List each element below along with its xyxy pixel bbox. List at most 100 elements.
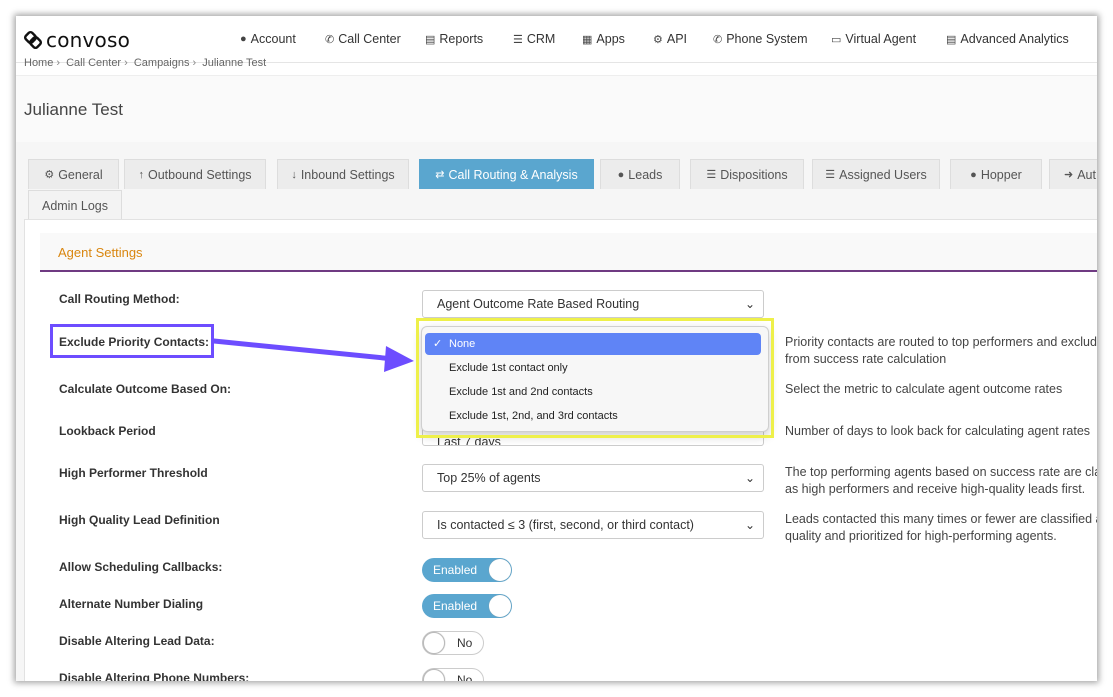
allow-callbacks-label: Allow Scheduling Callbacks: — [59, 560, 223, 574]
list-icon: ☰ — [706, 169, 717, 181]
users-icon: ● — [970, 168, 977, 181]
breadcrumb-separator: › — [56, 57, 61, 69]
tab-admin-logs[interactable]: Admin Logs — [28, 190, 122, 220]
breadcrumb-separator: › — [192, 57, 197, 69]
shuffle-icon: ⇄ — [435, 169, 445, 181]
alternate-dialing-label: Alternate Number Dialing — [59, 597, 204, 611]
nav-virtual-agent[interactable]: ▭ Virtual Agent — [831, 32, 916, 46]
tab-label: Aut — [1077, 167, 1096, 182]
high-performer-help: The top performing agents based on succe… — [785, 465, 1097, 496]
calculate-outcome-help: Select the metric to calculate agent out… — [785, 382, 1063, 396]
tab-label: Hopper — [980, 167, 1022, 182]
disable-phone-toggle[interactable]: No — [422, 668, 484, 681]
tab-hopper[interactable]: ● Hopper — [950, 159, 1042, 189]
toggle-knob — [423, 632, 445, 654]
lookback-period-help: Number of days to look back for calculat… — [785, 424, 1091, 438]
disable-lead-data-label: Disable Altering Lead Data: — [59, 634, 215, 648]
arrow-up-icon: ↑ — [138, 168, 144, 181]
breadcrumb-campaigns[interactable]: Campaigns — [134, 57, 190, 69]
select-value: Top 25% of agents — [437, 471, 541, 485]
tab-leads[interactable]: ● Leads — [600, 159, 680, 189]
nav-label: Account — [250, 32, 296, 46]
high-quality-lead-label: High Quality Lead Definition — [59, 513, 220, 527]
breadcrumb-current: Julianne Test — [202, 57, 267, 69]
gears-icon: ⚙ — [44, 169, 55, 181]
tab-automation[interactable]: ➜ Aut — [1049, 159, 1097, 189]
brand-logo[interactable]: convoso — [22, 28, 130, 52]
brand-name: convoso — [46, 28, 131, 52]
bar-chart-icon: ▤ — [425, 33, 436, 46]
nav-account[interactable]: ● Account — [240, 32, 296, 46]
tab-outbound-settings[interactable]: ↑ Outbound Settings — [124, 159, 266, 189]
tab-inbound-settings[interactable]: ↓ Inbound Settings — [277, 159, 409, 189]
high-quality-lead-help: Leads contacted this many times or fewer… — [785, 512, 1097, 543]
tab-label: Leads — [628, 167, 663, 182]
disable-phone-label: Disable Altering Phone Numbers: — [59, 671, 250, 681]
breadcrumb-home[interactable]: Home — [24, 57, 53, 69]
gear-icon: ⚙ — [653, 33, 663, 46]
nav-label: Phone System — [726, 32, 808, 46]
label-annotation-box — [50, 324, 214, 358]
tab-call-routing-analysis[interactable]: ⇄ Call Routing & Analysis — [419, 159, 594, 189]
settings-panel — [24, 219, 1097, 681]
toggle-text: Enabled — [433, 563, 478, 577]
tab-label: Inbound Settings — [300, 167, 395, 182]
call-routing-method-select[interactable]: Agent Outcome Rate Based Routing ⌄ — [422, 290, 764, 318]
tab-label: Outbound Settings — [147, 167, 252, 182]
convoso-logo-icon — [23, 30, 43, 50]
tab-label: Admin Logs — [41, 198, 108, 213]
page-title: Julianne Test — [24, 100, 123, 119]
toggle-knob — [423, 669, 445, 681]
high-performer-label: High Performer Threshold — [59, 466, 208, 480]
nav-call-center[interactable]: ✆ Call Center — [325, 32, 401, 46]
top-navigation: convoso ● Account ✆ Call Center ▤ Reports ☰… — [16, 16, 1097, 63]
nav-api[interactable]: ⚙ API — [653, 32, 687, 46]
toggle-text: Enabled — [433, 599, 478, 613]
disable-lead-data-toggle[interactable]: No — [422, 631, 484, 655]
nav-reports[interactable]: ▤ Reports — [425, 32, 483, 46]
nav-phone-system[interactable]: ✆ Phone System — [713, 32, 808, 46]
select-value: Is contacted ≤ 3 (first, second, or thir… — [437, 518, 694, 532]
toggle-knob — [489, 559, 511, 581]
nav-crm[interactable]: ☰ CRM — [513, 32, 555, 46]
select-value: Agent Outcome Rate Based Routing — [437, 297, 640, 311]
tab-general[interactable]: ⚙ General — [28, 159, 119, 189]
grid-icon: ▦ — [582, 33, 593, 46]
allow-callbacks-toggle[interactable]: Enabled — [422, 558, 512, 582]
nav-label: Reports — [439, 32, 484, 46]
sign-out-icon: ➜ — [1064, 169, 1074, 181]
breadcrumb-call-center[interactable]: Call Center — [66, 57, 121, 69]
nav-label: CRM — [526, 32, 556, 46]
user-icon: ● — [240, 33, 247, 45]
alternate-dialing-toggle[interactable]: Enabled — [422, 594, 512, 618]
app-window: convoso ● Account ✆ Call Center ▤ Reports ☰… — [16, 16, 1097, 681]
nav-label: Advanced Analytics — [960, 32, 1069, 46]
phone-icon: ✆ — [713, 33, 723, 46]
bar-chart-icon: ▤ — [946, 33, 957, 46]
exclude-priority-help: Priority contacts are routed to top perf… — [785, 335, 1097, 366]
nav-label: API — [666, 32, 688, 46]
users-icon: ● — [617, 168, 625, 181]
calculate-outcome-label: Calculate Outcome Based On: — [59, 382, 232, 396]
nav-apps[interactable]: ▦ Apps — [582, 32, 625, 46]
toggle-knob — [489, 595, 511, 617]
high-quality-lead-select[interactable]: Is contacted ≤ 3 (first, second, or thir… — [422, 511, 764, 539]
lookback-period-label: Lookback Period — [59, 424, 156, 438]
high-performer-select[interactable]: Top 25% of agents ⌄ — [422, 464, 764, 492]
chevron-down-icon: ⌄ — [744, 471, 755, 485]
tab-assigned-users[interactable]: ☰ Assigned Users — [812, 159, 940, 189]
toggle-text: No — [457, 636, 473, 650]
nav-advanced-analytics[interactable]: ▤ Advanced Analytics — [946, 32, 1069, 46]
list-icon: ☰ — [513, 33, 523, 46]
arrow-down-icon: ↓ — [291, 168, 297, 181]
tab-label: Call Routing & Analysis — [448, 167, 578, 182]
nav-label: Apps — [596, 32, 625, 46]
section-header — [40, 233, 1097, 272]
nav-label: Call Center — [338, 32, 401, 46]
tab-label: Dispositions — [720, 167, 788, 182]
chevron-down-icon: ⌄ — [744, 297, 755, 311]
title-bar — [16, 75, 1097, 143]
tab-dispositions[interactable]: ☰ Dispositions — [690, 159, 804, 189]
breadcrumb-separator: › — [124, 57, 128, 69]
list-ol-icon: ☰ — [825, 169, 836, 181]
